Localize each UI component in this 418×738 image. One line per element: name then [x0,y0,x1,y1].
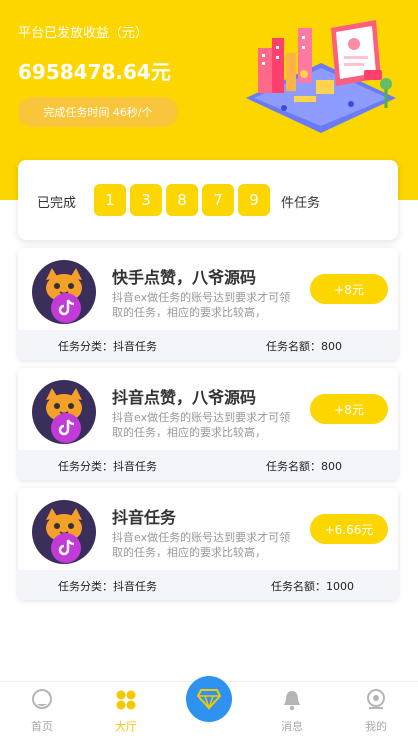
completed-count-digits: 1 3 8 7 9 [94,184,274,216]
completed-prefix: 已完成 [37,196,77,211]
tab-label: 我的 [365,720,387,733]
count-digit: 7 [202,184,234,216]
tab-label: 大厅 [115,720,137,733]
task-quota: 任务名额：800 [266,460,342,473]
douyin-cat-avatar-icon [32,500,96,564]
task-title: 抖音任务 [112,508,177,527]
tab-label: 消息 [281,720,303,733]
task-quota: 任务名额：1000 [271,580,354,593]
task-description: 抖音ex做任务的账号达到要求才可领取的任务，相应的要求比较高， [112,531,291,559]
count-digit: 8 [166,184,198,216]
count-digit: 3 [130,184,162,216]
isometric-city-illustration [246,20,396,133]
task-card[interactable]: 抖音点赞，八爷源码 抖音ex做任务的账号达到要求才可领取的任务，相应的要求比较高… [18,368,398,480]
task-card[interactable]: 快手点赞，八爷源码 抖音ex做任务的账号达到要求才可领取的任务，相应的要求比较高… [18,248,398,360]
profile-icon [367,689,385,709]
reward-button[interactable]: +8元 [310,394,388,424]
completed-tasks-card: 已完成 1 3 8 7 9 件任务 [18,160,398,240]
count-digit: 9 [238,184,270,216]
home-icon [32,689,52,709]
total-earnings-label: 平台已发放收益（元） [18,26,149,41]
center-diamond-button[interactable] [186,676,232,722]
task-meta-bar: 任务分类：抖音任务 任务名额：800 [18,330,398,360]
tab-profile[interactable]: 我的 [334,682,418,738]
task-quota: 任务名额：800 [266,340,342,353]
task-description: 抖音ex做任务的账号达到要求才可领取的任务，相应的要求比较高， [112,291,291,319]
task-card[interactable]: 抖音任务 抖音ex做任务的账号达到要求才可领取的任务，相应的要求比较高， +6.… [18,488,398,600]
reward-button[interactable]: +8元 [310,274,388,304]
tab-label: 首页 [31,720,53,733]
task-description: 抖音ex做任务的账号达到要求才可领取的任务，相应的要求比较高， [112,411,291,439]
task-title: 抖音点赞，八爷源码 [112,388,257,407]
total-earnings-amount: 6958478.64元 [18,60,171,84]
hall-grid-icon [116,690,136,710]
douyin-cat-avatar-icon [32,260,96,324]
tab-hall[interactable]: 大厅 [84,682,168,738]
tab-home[interactable]: 首页 [0,682,84,738]
douyin-cat-avatar-icon [32,380,96,444]
task-meta-bar: 任务分类：抖音任务 任务名额：800 [18,450,398,480]
diamond-icon [197,689,221,710]
completed-suffix: 件任务 [281,196,321,211]
task-category: 任务分类：抖音任务 [58,340,157,353]
count-digit: 1 [94,184,126,216]
task-title: 快手点赞，八爷源码 [112,268,257,287]
bottom-tab-bar: 首页 大厅 消息 我的 [0,676,418,738]
reward-button[interactable]: +6.66元 [310,514,388,544]
bell-icon [284,691,300,711]
tab-messages[interactable]: 消息 [250,682,334,738]
task-time-pill: 完成任务时间 46秒/个 [18,97,178,127]
task-category: 任务分类：抖音任务 [58,580,157,593]
task-meta-bar: 任务分类：抖音任务 任务名额：1000 [18,570,398,600]
task-category: 任务分类：抖音任务 [58,460,157,473]
